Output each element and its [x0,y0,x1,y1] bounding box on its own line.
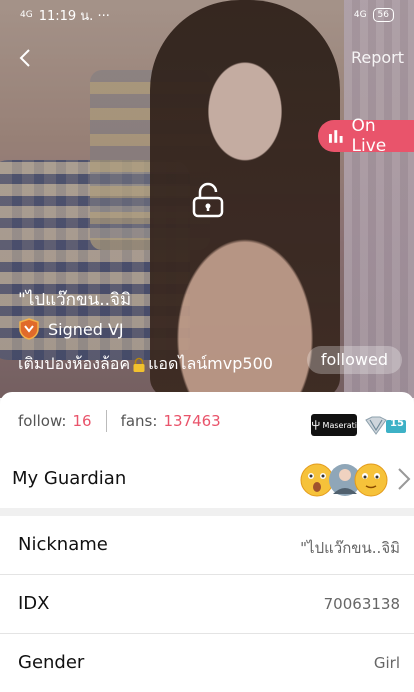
follow-count[interactable]: 16 [72,412,91,430]
live-bars-icon [328,130,343,143]
nickname-row: Nickname "ไปแว๊กขน..จิมิ [0,516,414,574]
follow-stats: follow: 16 fans: 137463 [18,410,221,432]
padlock-emoji-icon [133,357,145,372]
battery-indicator: 56 [372,8,394,22]
profile-name-heading: "ไปแว๊กขน..จิมิ [18,290,132,310]
gender-row: Gender Girl [0,634,414,692]
fans-label: fans: [120,412,158,430]
signed-vj-label: Signed VJ [48,319,124,339]
status-time: 11:19 น. ··· [38,8,110,24]
on-live-label: On Live [351,116,387,156]
idx-row: IDX 70063138 [0,575,414,633]
idx-label: IDX [18,593,50,614]
guardian-label: My Guardian [12,468,127,489]
report-button[interactable]: Report [351,48,404,67]
on-live-button[interactable]: On Live [318,116,414,156]
level-badge-number: 15 [390,418,404,429]
back-button[interactable] [14,46,38,70]
nickname-value: "ไปแว๊กขน..จิมิ [300,539,400,557]
unlock-icon[interactable] [188,180,228,220]
signed-vj-badge: Signed VJ [18,318,124,340]
fans-count[interactable]: 137463 [163,412,220,430]
followed-button[interactable]: followed [306,346,402,374]
description-text: แอดไลน์mvp500 [148,354,273,373]
idx-value: 70063138 [323,595,400,613]
avatar [354,463,388,497]
shield-icon [19,318,39,340]
signal-indicator: 4G [20,10,33,20]
vehicle-badge-text: Maserati [322,420,357,430]
gender-value: Girl [373,654,400,672]
guardian-avatars [300,462,390,498]
signal-indicator: 4G [353,10,367,20]
description-text: เติมปองห้องล้อค [18,354,131,373]
section-gap [0,508,414,516]
trident-icon [312,420,320,430]
stats-divider [105,410,107,432]
vehicle-badge: Maserati [311,414,357,436]
gender-label: Gender [18,652,85,673]
status-bar: 4G 11:19 น. ··· 4G 56 [20,6,394,24]
chevron-right-icon[interactable] [396,466,412,492]
nickname-label: Nickname [18,534,108,555]
level-badge: 15 [364,416,406,436]
avatar [300,463,334,497]
chevron-left-icon [19,49,30,67]
follow-label: follow: [18,412,67,430]
profile-description: เติมปองห้องล้อค แอดไลน์mvp500 [18,352,273,377]
